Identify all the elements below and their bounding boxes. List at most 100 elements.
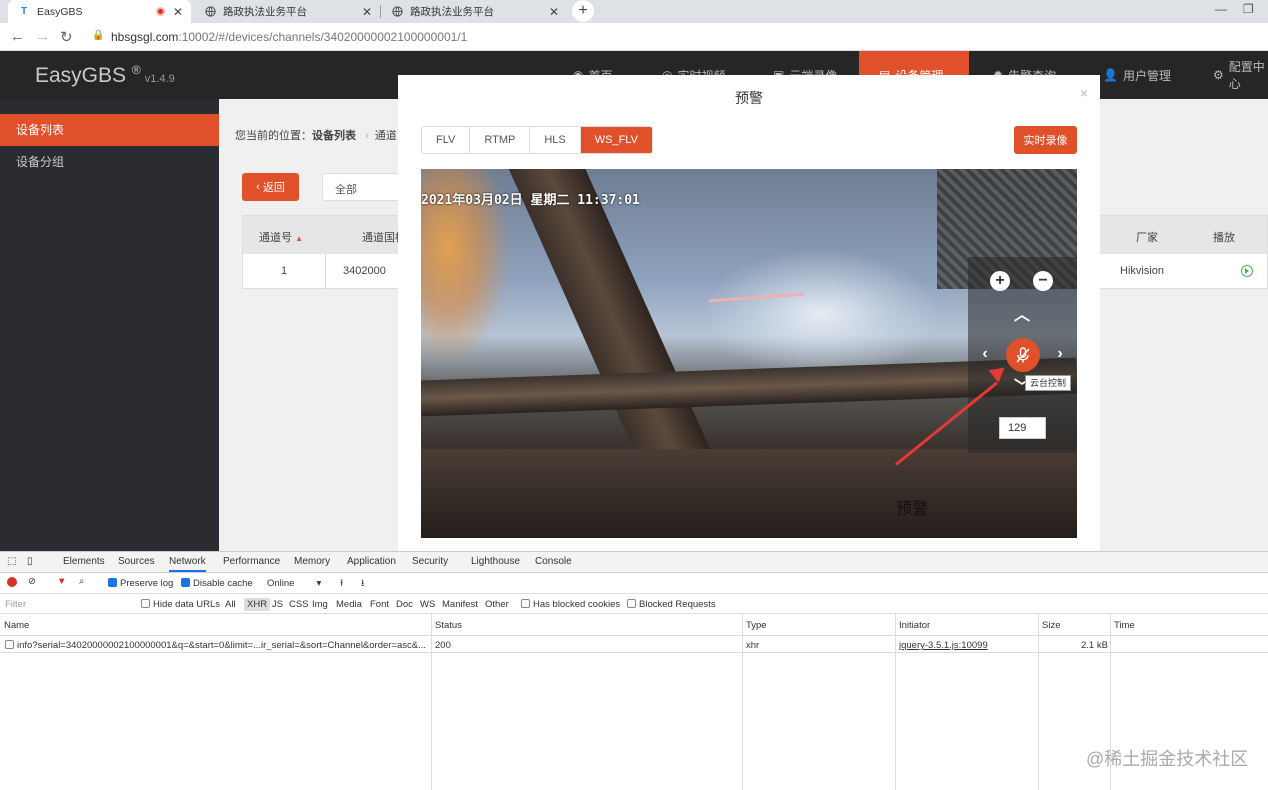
tab-ws-flv[interactable]: WS_FLV bbox=[580, 127, 652, 153]
column-type[interactable]: Type bbox=[746, 620, 767, 631]
request-size: 2.1 kB bbox=[1081, 640, 1108, 651]
request-initiator-link[interactable]: jquery-3.5.1.js:10099 bbox=[899, 640, 988, 651]
video-frame-beam bbox=[421, 449, 1077, 538]
ptz-speed-input[interactable]: 129 bbox=[999, 417, 1046, 439]
column-divider bbox=[431, 614, 432, 790]
tab-rtmp[interactable]: RTMP bbox=[470, 127, 531, 153]
filter-css[interactable]: CSS bbox=[289, 599, 309, 610]
stream-format-tabs: FLV RTMP HLS WS_FLV bbox=[421, 126, 653, 154]
tab-flv[interactable]: FLV bbox=[422, 127, 471, 153]
close-icon[interactable]: × bbox=[1080, 85, 1088, 101]
devtools-tab-memory[interactable]: Memory bbox=[294, 556, 330, 567]
preserve-log-checkbox[interactable]: Preserve log bbox=[108, 578, 173, 589]
devtools-tab-application[interactable]: Application bbox=[347, 556, 396, 567]
import-har-icon[interactable]: ⭱ bbox=[340, 576, 343, 592]
chevron-left-icon[interactable]: ‹ bbox=[975, 344, 995, 364]
checkbox-icon bbox=[627, 599, 636, 608]
devtools-tab-network[interactable]: Network bbox=[169, 556, 206, 572]
blocked-cookies-checkbox[interactable]: Has blocked cookies bbox=[521, 599, 620, 610]
column-name[interactable]: Name bbox=[4, 620, 29, 631]
sort-asc-icon[interactable]: ▲ bbox=[295, 234, 303, 243]
devtools-tab-console[interactable]: Console bbox=[535, 556, 572, 567]
filter-icon[interactable]: ▼ bbox=[57, 576, 66, 587]
nav-user-management[interactable]: 👤 用户管理 bbox=[1103, 51, 1171, 99]
sidebar-item-device-list[interactable]: 设备列表 bbox=[0, 114, 219, 146]
reload-icon[interactable]: ↻ bbox=[60, 28, 73, 46]
modal-title: 预警 bbox=[735, 90, 763, 106]
live-record-button[interactable]: 实时录像 bbox=[1014, 126, 1077, 154]
filter-all[interactable]: All bbox=[225, 599, 236, 610]
close-tab-icon[interactable]: ✕ bbox=[549, 5, 559, 19]
column-size[interactable]: Size bbox=[1042, 620, 1060, 631]
recording-indicator-icon bbox=[155, 7, 165, 16]
record-icon[interactable] bbox=[7, 577, 17, 587]
clear-icon[interactable]: ⊘ bbox=[28, 576, 36, 587]
devtools-tab-performance[interactable]: Performance bbox=[223, 556, 280, 567]
close-tab-icon[interactable]: ✕ bbox=[173, 5, 183, 19]
search-icon[interactable]: ⌕ bbox=[79, 576, 84, 587]
device-toolbar-icon[interactable]: ▯ bbox=[27, 556, 33, 567]
filter-other[interactable]: Other bbox=[485, 599, 509, 610]
filter-js[interactable]: JS bbox=[272, 599, 283, 610]
preview-modal: 预警 × FLV RTMP HLS WS_FLV 实时录像 2021年03月02… bbox=[398, 75, 1100, 551]
inspect-element-icon[interactable]: ⬚ bbox=[7, 556, 16, 567]
url-field[interactable]: hbsgsgl.com:10002/#/devices/channels/340… bbox=[111, 30, 467, 44]
disable-cache-checkbox[interactable]: Disable cache bbox=[181, 578, 253, 589]
url-host: hbsgsgl.com bbox=[111, 30, 179, 44]
devtools-tab-elements[interactable]: Elements bbox=[63, 556, 105, 567]
back-button[interactable]: ‹ 返回 bbox=[242, 173, 299, 201]
new-tab-button[interactable]: + bbox=[572, 0, 594, 22]
network-filter-bar: Filter Hide data URLs All XHR JS CSS Img… bbox=[0, 594, 1268, 614]
maximize-icon[interactable]: ❐ bbox=[1243, 2, 1254, 16]
back-arrow-icon[interactable]: ← bbox=[10, 28, 25, 45]
sidebar-item-device-group[interactable]: 设备分组 bbox=[0, 146, 219, 178]
checkbox-checked-icon bbox=[108, 578, 117, 587]
video-player[interactable]: 2021年03月02日 星期二 11:37:01 + − ︿ ‹ › ﹀ 云台控… bbox=[421, 169, 1077, 538]
microphone-mute-icon[interactable] bbox=[1006, 338, 1040, 372]
table-row[interactable]: info?serial=34020000002100000001&q=&star… bbox=[5, 640, 426, 651]
filter-doc[interactable]: Doc bbox=[396, 599, 413, 610]
close-tab-icon[interactable]: ✕ bbox=[362, 5, 372, 19]
browser-tab-easygbs[interactable]: T EasyGBS ✕ bbox=[8, 0, 191, 23]
column-initiator[interactable]: Initiator bbox=[899, 620, 930, 631]
tab-title: 路政执法业务平台 bbox=[223, 6, 307, 18]
throttle-select[interactable]: Online ▾ bbox=[267, 578, 321, 589]
filter-ws[interactable]: WS bbox=[420, 599, 435, 610]
request-name: info?serial=34020000002100000001&q=&star… bbox=[17, 640, 427, 651]
devtools-tab-sources[interactable]: Sources bbox=[118, 556, 155, 567]
nav-config-center[interactable]: ⚙ 配置中心 bbox=[1213, 51, 1268, 99]
column-time[interactable]: Time bbox=[1114, 620, 1135, 631]
zoom-out-icon[interactable]: − bbox=[1033, 271, 1053, 291]
table-cell-gb-id: 3402000 bbox=[343, 265, 386, 277]
devtools-panel: ⬚ ▯ Elements Sources Network Performance… bbox=[0, 551, 1268, 790]
column-divider bbox=[742, 614, 743, 790]
minimize-icon[interactable]: — bbox=[1215, 2, 1227, 16]
chevron-left-icon: ‹ bbox=[256, 181, 260, 193]
filter-font[interactable]: Font bbox=[370, 599, 389, 610]
filter-media[interactable]: Media bbox=[336, 599, 362, 610]
breadcrumb-current[interactable]: 设备列表 bbox=[312, 130, 356, 142]
ptz-control-panel: + − ︿ ‹ › ﹀ 云台控制 129 bbox=[968, 257, 1077, 453]
filter-input[interactable]: Filter bbox=[5, 599, 26, 610]
chevron-right-icon[interactable]: › bbox=[1050, 344, 1070, 364]
filter-manifest[interactable]: Manifest bbox=[442, 599, 478, 610]
column-status[interactable]: Status bbox=[435, 620, 462, 631]
devtools-tab-lighthouse[interactable]: Lighthouse bbox=[471, 556, 520, 567]
chevron-up-icon[interactable]: ︿ bbox=[1012, 303, 1032, 324]
app-logo[interactable]: EasyGBS ®v1.4.9 bbox=[35, 63, 175, 88]
browser-tab-2[interactable]: 路政执法业务平台 ✕ bbox=[194, 0, 380, 23]
filter-xhr[interactable]: XHR bbox=[244, 598, 271, 611]
play-icon[interactable] bbox=[1241, 265, 1253, 277]
browser-tab-3[interactable]: 路政执法业务平台 ✕ bbox=[381, 0, 567, 23]
tab-hls[interactable]: HLS bbox=[530, 127, 581, 153]
zoom-in-icon[interactable]: + bbox=[990, 271, 1010, 291]
filter-img[interactable]: Img bbox=[312, 599, 328, 610]
hide-data-urls-checkbox[interactable]: Hide data URLs bbox=[141, 599, 220, 610]
logo-text: EasyGBS bbox=[35, 64, 127, 87]
devtools-tab-security[interactable]: Security bbox=[412, 556, 448, 567]
export-har-icon[interactable]: ⭳ bbox=[361, 576, 364, 592]
column-divider bbox=[1038, 614, 1039, 790]
blocked-requests-checkbox[interactable]: Blocked Requests bbox=[627, 599, 716, 610]
forward-arrow-icon[interactable]: → bbox=[35, 28, 50, 45]
col-channel-header[interactable]: 通道号 ▲ bbox=[259, 229, 303, 245]
